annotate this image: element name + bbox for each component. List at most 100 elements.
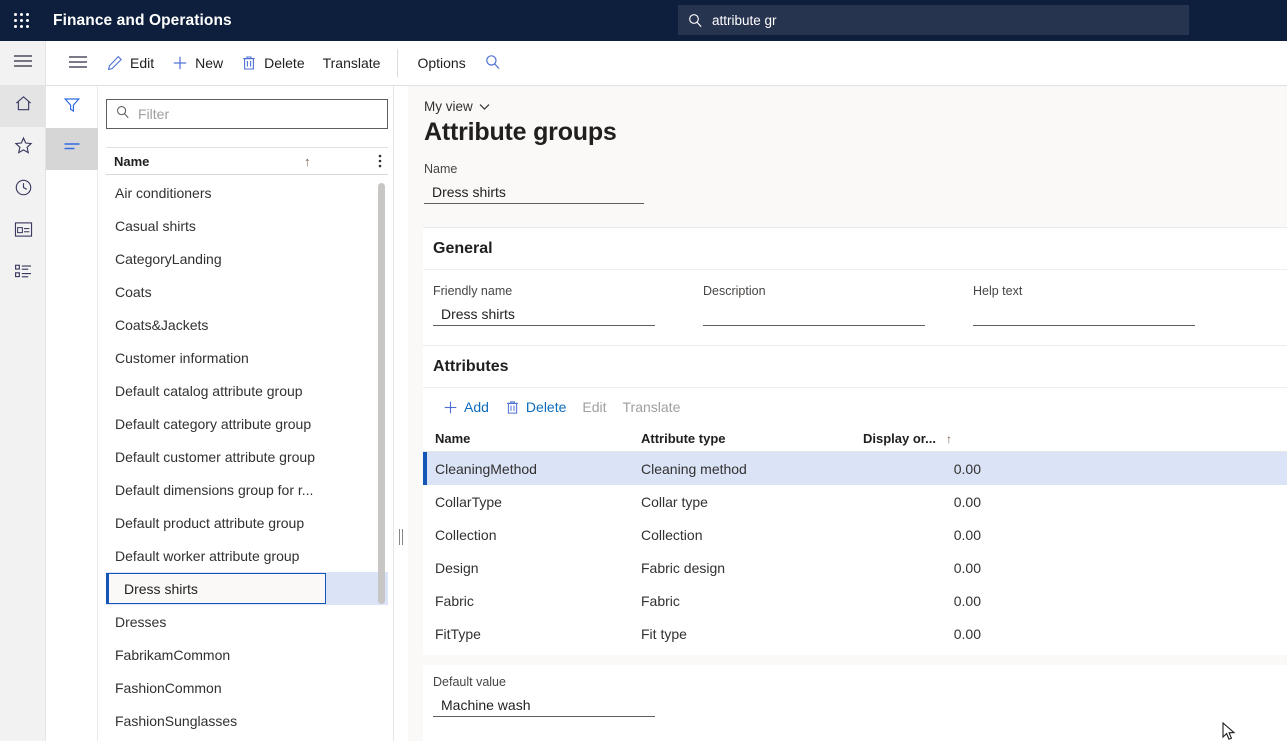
more-vertical-icon[interactable] — [378, 153, 382, 169]
edit-button[interactable]: Edit — [98, 48, 163, 78]
list-item[interactable]: Dress shirts — [106, 572, 388, 605]
global-search-input[interactable]: attribute gr — [678, 5, 1189, 35]
selection-indicator — [423, 452, 427, 485]
attributes-section: Attributes AddDeleteEditTranslate NameAt… — [423, 345, 1287, 655]
list-item[interactable]: Casual shirts — [106, 209, 388, 242]
list-item[interactable]: Default product attribute group — [106, 506, 388, 539]
table-row[interactable]: CollectionCollection0.00 — [423, 518, 1287, 551]
list-item[interactable]: Dresses — [106, 605, 388, 638]
table-cell-name: Fabric — [423, 593, 641, 609]
filter-pane-button[interactable] — [46, 86, 98, 128]
home-icon — [14, 94, 33, 118]
list-item[interactable]: FabrikamCommon — [106, 638, 388, 671]
table-row[interactable]: CollarTypeCollar type0.00 — [423, 485, 1287, 518]
default-value-label: Default value — [433, 675, 655, 689]
list-item-label: Default category attribute group — [115, 416, 311, 432]
sidebar-item-favorites[interactable] — [0, 127, 46, 169]
attributes-column-header[interactable]: Name — [423, 431, 641, 446]
options-button[interactable]: Options — [408, 48, 474, 78]
table-row[interactable]: FabricFabric0.00 — [423, 584, 1287, 617]
add-attribute-button[interactable]: Add — [435, 393, 497, 421]
general-field-input[interactable] — [973, 302, 1195, 326]
translate-button[interactable]: Translate — [314, 48, 390, 78]
table-cell-order: 0.00 — [863, 560, 981, 576]
table-row[interactable]: CleaningMethodCleaning method0.00 — [423, 452, 1287, 485]
new-button-label: New — [195, 55, 223, 71]
table-cell-order: 0.00 — [863, 593, 981, 609]
general-field-group: Friendly nameDress shirts — [433, 284, 703, 326]
page-title: Attribute groups — [424, 118, 1287, 147]
list-item[interactable]: Default worker attribute group — [106, 539, 388, 572]
general-section-header[interactable]: General — [423, 228, 1287, 270]
list-item[interactable]: Default customer attribute group — [106, 440, 388, 473]
list-column-header[interactable]: Name ↑ — [106, 147, 388, 175]
table-row[interactable]: DesignFabric design0.00 — [423, 551, 1287, 584]
left-navigation-rail — [0, 41, 46, 741]
list-item[interactable]: CategoryLanding — [106, 242, 388, 275]
list-item[interactable]: Default category attribute group — [106, 407, 388, 440]
table-row[interactable]: FitTypeFit type0.00 — [423, 617, 1287, 650]
list-item[interactable]: Coats — [106, 275, 388, 308]
list-scrollbar-thumb[interactable] — [378, 183, 385, 604]
sidebar-item-home[interactable] — [0, 85, 46, 127]
attributes-grid-body: CleaningMethodCleaning method0.00CollarT… — [423, 452, 1287, 650]
delete-button-label: Delete — [264, 55, 304, 71]
general-section: General Friendly nameDress shirtsDescrip… — [423, 227, 1287, 345]
list-item[interactable]: FashionSunglasses — [106, 704, 388, 737]
list-item[interactable]: Customer information — [106, 341, 388, 374]
attributes-column-header[interactable]: Display or...↑ — [863, 431, 981, 446]
search-icon — [485, 54, 501, 73]
list-item-label: FashionSunglasses — [115, 713, 237, 729]
app-root: Finance and Operations attribute gr — [0, 0, 1287, 741]
general-field-group: Description — [703, 284, 973, 326]
app-title: Finance and Operations — [53, 12, 232, 30]
general-field-input[interactable]: Dress shirts — [433, 302, 655, 326]
action-pane-menu-button[interactable] — [58, 48, 98, 78]
table-cell-type: Collar type — [641, 494, 863, 510]
sidebar-item-modules[interactable] — [0, 253, 46, 295]
list-item[interactable]: FashionCommon — [106, 671, 388, 704]
list-item-label: Default product attribute group — [115, 515, 304, 531]
global-search-value: attribute gr — [712, 13, 777, 28]
trash-icon — [241, 55, 257, 71]
toolbar-search-button[interactable] — [475, 48, 511, 78]
list-item[interactable]: Default dimensions group for r... — [106, 473, 388, 506]
name-field-input[interactable]: Dress shirts — [424, 180, 644, 204]
list-item[interactable]: Coats&Jackets — [106, 308, 388, 341]
delete-attribute-button[interactable]: Delete — [497, 393, 574, 421]
new-button[interactable]: New — [163, 48, 232, 78]
name-field-group: Name Dress shirts — [424, 162, 644, 204]
panel-splitter[interactable] — [394, 86, 408, 741]
filter-input[interactable]: Filter — [106, 99, 388, 129]
pencil-icon — [107, 55, 123, 71]
default-value-input[interactable]: Machine wash — [433, 693, 655, 717]
selection-indicator — [106, 573, 109, 604]
list-item-label: Coats&Jackets — [115, 317, 208, 333]
attributes-column-header[interactable]: Attribute type — [641, 431, 863, 446]
app-launcher-icon — [14, 13, 30, 29]
general-field-input[interactable] — [703, 302, 925, 326]
list-panel-rail — [46, 86, 98, 741]
list-icon — [14, 263, 33, 285]
hamburger-menu-button[interactable] — [0, 41, 46, 85]
workspace-icon — [14, 221, 33, 243]
delete-button[interactable]: Delete — [232, 48, 313, 78]
list-item[interactable]: Air conditioners — [106, 176, 388, 209]
default-value-section: Default value Machine wash — [423, 665, 1287, 741]
sidebar-item-recent[interactable] — [0, 169, 46, 211]
list-item-label: Air conditioners — [115, 185, 212, 201]
list-pane-button[interactable] — [46, 128, 98, 170]
app-launcher-button[interactable] — [0, 0, 44, 41]
list-item-label: Casual shirts — [115, 218, 196, 234]
chevron-down-icon — [479, 103, 490, 111]
attribute-button-label: Translate — [623, 399, 681, 415]
sidebar-item-workspaces[interactable] — [0, 211, 46, 253]
table-cell-order: 0.00 — [863, 461, 981, 477]
clock-icon — [14, 178, 33, 202]
list-item-label: Dresses — [115, 614, 166, 630]
attributes-section-header[interactable]: Attributes — [423, 346, 1287, 388]
view-selector[interactable]: My view — [424, 99, 490, 114]
action-pane-toolbar: Edit New Delete Translate Options — [46, 41, 1287, 86]
list-item[interactable]: Default catalog attribute group — [106, 374, 388, 407]
translate-attribute-button: Translate — [615, 393, 689, 421]
